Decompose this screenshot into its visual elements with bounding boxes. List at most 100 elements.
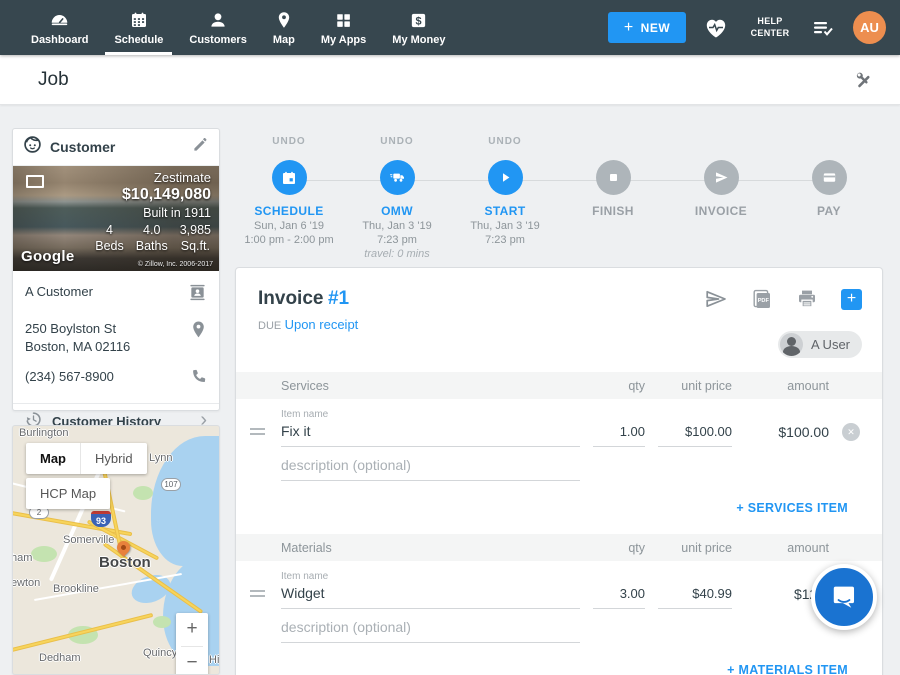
amount-column-header: amount bbox=[745, 541, 829, 555]
customer-name: A Customer bbox=[25, 283, 93, 301]
invoice-step-button[interactable] bbox=[704, 160, 739, 195]
step-time: 7:23 pm bbox=[451, 234, 559, 246]
user-avatar[interactable]: AU bbox=[853, 11, 886, 44]
beds-stat: 4 Beds bbox=[95, 223, 124, 254]
built-year: Built in 1911 bbox=[95, 206, 211, 220]
map-pin-icon bbox=[274, 9, 294, 31]
map-type-map-button[interactable]: Map bbox=[26, 443, 80, 474]
add-services-item-link[interactable]: + SERVICES ITEM bbox=[736, 501, 848, 515]
chat-bubble-button[interactable] bbox=[811, 564, 877, 630]
material-item-name-input[interactable]: Widget bbox=[281, 585, 580, 609]
location-pin-icon[interactable] bbox=[190, 320, 207, 344]
materials-section-header: Materials qty unit price amount bbox=[236, 534, 882, 561]
map-type-hybrid-button[interactable]: Hybrid bbox=[81, 443, 147, 474]
zoom-out-button[interactable]: − bbox=[176, 647, 208, 675]
due-terms-link[interactable]: Upon receipt bbox=[285, 317, 359, 332]
qty-column-header: qty bbox=[593, 541, 645, 555]
health-heart-icon[interactable] bbox=[704, 17, 728, 39]
map-label: ham bbox=[12, 552, 32, 564]
pay-step-button[interactable] bbox=[812, 160, 847, 195]
start-step-button[interactable] bbox=[488, 160, 523, 195]
credit-card-icon bbox=[822, 170, 837, 185]
zestimate-label: Zestimate bbox=[95, 170, 211, 185]
map-label: Somerville bbox=[63, 534, 114, 546]
nav-label: Dashboard bbox=[31, 34, 88, 46]
step-time: 7:23 pm bbox=[343, 234, 451, 246]
customer-card-header: Customer bbox=[13, 129, 219, 166]
street-view-icon[interactable] bbox=[26, 175, 44, 188]
customer-address: 250 Boylston St Boston, MA 02116 bbox=[25, 320, 130, 355]
assigned-user-pill[interactable]: A User bbox=[778, 331, 862, 358]
google-watermark: Google bbox=[21, 248, 74, 265]
service-item-amount: $100.00 bbox=[745, 424, 829, 447]
new-button[interactable]: + NEW bbox=[608, 12, 686, 43]
contact-info: A Customer 250 Boylston St Boston, MA 02… bbox=[13, 271, 219, 390]
send-invoice-icon[interactable] bbox=[704, 289, 728, 309]
undo-button[interactable]: UNDO bbox=[343, 136, 451, 150]
map-label: Hi bbox=[209, 654, 219, 666]
print-icon[interactable] bbox=[796, 288, 818, 310]
invoice-number[interactable]: #1 bbox=[328, 288, 349, 309]
material-item-unit-price-input[interactable]: $40.99 bbox=[658, 586, 732, 609]
nav-item-customers[interactable]: Customers bbox=[176, 0, 259, 55]
nav-item-my-money[interactable]: $ My Money bbox=[379, 0, 458, 55]
item-name-label: Item name bbox=[281, 409, 580, 420]
map-label: Brookline bbox=[53, 583, 99, 595]
invoice-header: Invoice #1 DUE Upon receipt PDF + A User bbox=[236, 268, 882, 372]
finish-step-button[interactable] bbox=[596, 160, 631, 195]
service-description-input[interactable]: description (optional) bbox=[281, 457, 580, 481]
nav-item-schedule[interactable]: Schedule bbox=[101, 0, 176, 55]
timeline-step-omw: UNDO OMW Thu, Jan 3 '19 7:23 pm travel: … bbox=[343, 136, 451, 260]
contact-card-icon[interactable] bbox=[188, 283, 207, 307]
hcp-map-button[interactable]: HCP Map bbox=[26, 478, 110, 509]
send-icon bbox=[714, 170, 729, 185]
nav-label: My Apps bbox=[321, 34, 366, 46]
help-center-link[interactable]: HELP CENTER bbox=[746, 16, 794, 39]
nav-label: Map bbox=[273, 34, 295, 46]
invoice-card: Invoice #1 DUE Upon receipt PDF + A User bbox=[235, 267, 883, 675]
undo-button[interactable]: UNDO bbox=[451, 136, 559, 150]
service-item-qty-input[interactable]: 1.00 bbox=[593, 424, 645, 447]
drag-handle-icon[interactable] bbox=[250, 428, 268, 447]
nav-item-map[interactable]: Map bbox=[260, 0, 308, 55]
step-date: Thu, Jan 3 '19 bbox=[451, 220, 559, 232]
unit-price-column-header: unit price bbox=[658, 379, 732, 393]
zoom-in-button[interactable]: + bbox=[176, 613, 208, 646]
job-tools-icon[interactable] bbox=[852, 68, 876, 92]
materials-section-label: Materials bbox=[281, 541, 580, 555]
step-time: 1:00 pm - 2:00 pm bbox=[235, 234, 343, 246]
edit-pencil-icon[interactable] bbox=[192, 136, 209, 158]
schedule-step-button[interactable] bbox=[272, 160, 307, 195]
service-item-name-input[interactable]: Fix it bbox=[281, 423, 580, 447]
map-card[interactable]: 2 107 93 Burlington Lynn Somerville Bost… bbox=[12, 425, 220, 675]
phone-icon[interactable] bbox=[190, 368, 207, 390]
customer-phone: (234) 567-8900 bbox=[25, 368, 114, 386]
nav-item-dashboard[interactable]: Dashboard bbox=[18, 0, 101, 55]
new-button-label: NEW bbox=[641, 21, 671, 35]
activity-list-icon[interactable] bbox=[812, 18, 835, 38]
delete-item-button[interactable]: ✕ bbox=[842, 423, 860, 441]
phone-row: (234) 567-8900 bbox=[25, 368, 207, 390]
drag-handle-icon[interactable] bbox=[250, 590, 268, 609]
timeline-step-finish: FINISH bbox=[559, 136, 667, 260]
map-type-control: Map Hybrid bbox=[26, 443, 147, 474]
nav-item-my-apps[interactable]: My Apps bbox=[308, 0, 379, 55]
pdf-icon[interactable]: PDF bbox=[751, 288, 773, 310]
material-description-input[interactable]: description (optional) bbox=[281, 619, 580, 643]
undo-button[interactable]: UNDO bbox=[235, 136, 343, 150]
add-invoice-item-button[interactable]: + bbox=[841, 289, 862, 310]
assigned-user-name: A User bbox=[811, 337, 850, 352]
stop-icon bbox=[607, 171, 620, 184]
calendar-icon bbox=[281, 170, 297, 186]
interstate-shield-93: 93 bbox=[91, 511, 111, 527]
map-label: Burlington bbox=[19, 427, 69, 439]
truck-icon bbox=[389, 169, 406, 186]
service-item-unit-price-input[interactable]: $100.00 bbox=[658, 424, 732, 447]
unit-price-column-header: unit price bbox=[658, 541, 732, 555]
add-materials-item-link[interactable]: + MATERIALS ITEM bbox=[727, 663, 848, 675]
material-item-qty-input[interactable]: 3.00 bbox=[593, 586, 645, 609]
plus-icon: + bbox=[624, 19, 634, 37]
property-photo[interactable]: Zestimate $10,149,080 Built in 1911 4 Be… bbox=[13, 166, 219, 271]
omw-step-button[interactable] bbox=[380, 160, 415, 195]
services-section-label: Services bbox=[281, 379, 580, 393]
